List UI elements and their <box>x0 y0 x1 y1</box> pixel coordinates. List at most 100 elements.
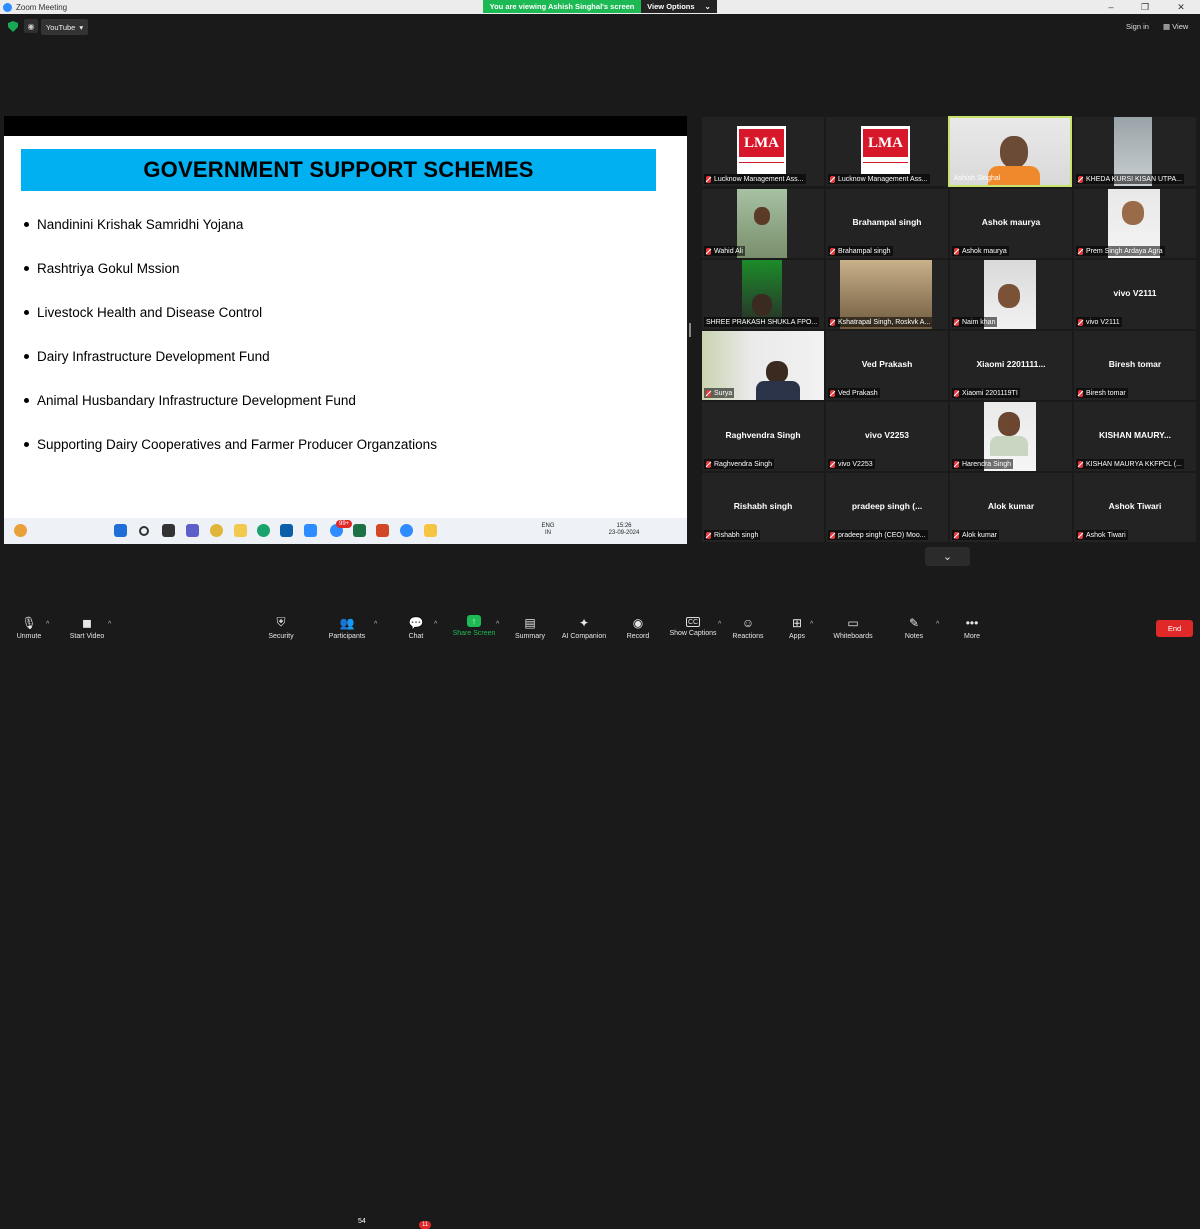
participant-tile[interactable]: SHREE PRAKASH SHUKLA FPO... <box>702 260 824 329</box>
maximize-icon[interactable]: ❐ <box>1128 0 1162 14</box>
live-stream-icon[interactable]: ◉ <box>24 19 38 33</box>
encryption-shield-icon[interactable] <box>8 21 18 32</box>
participant-display-name: Brahampal singh <box>852 217 922 227</box>
participant-tile[interactable]: LMA Lucknow Management Ass... <box>702 117 824 186</box>
participant-tile[interactable]: pradeep singh (... pradeep singh (CEO) M… <box>826 473 948 542</box>
unmute-button[interactable]: 🎙 Unmute <box>12 606 46 646</box>
share-screen-button[interactable]: ↑ Share Screen <box>451 606 497 646</box>
mic-muted-icon: 🎙 <box>21 615 37 630</box>
participant-tile[interactable]: Xiaomi 2201111... Xiaomi 2201119TI <box>950 331 1072 400</box>
person-head <box>1122 201 1144 225</box>
chat-label: Chat <box>408 633 424 640</box>
end-meeting-button[interactable]: End <box>1156 620 1193 637</box>
participants-options-caret[interactable]: ^ <box>374 621 377 628</box>
security-button[interactable]: ⛨ Security <box>265 606 297 646</box>
ai-companion-button[interactable]: ✦ AI Companion <box>558 606 610 646</box>
close-icon[interactable]: ✕ <box>1164 0 1198 14</box>
audio-options-caret[interactable]: ^ <box>46 621 49 628</box>
mic-muted-icon <box>830 389 835 397</box>
mic-muted-icon <box>1078 389 1083 397</box>
participants-icon: 👥 <box>339 615 355 630</box>
bullet-dot-icon <box>24 265 29 271</box>
mic-muted-icon <box>1078 247 1083 255</box>
participant-tile[interactable]: Naim khan <box>950 260 1072 329</box>
participant-tile[interactable]: vivo V2253 vivo V2253 <box>826 402 948 471</box>
view-button[interactable]: ▦ View <box>1163 22 1188 31</box>
participant-name-label: pradeep singh (CEO) Moo... <box>838 531 926 539</box>
participant-tile[interactable]: LMA Lucknow Management Ass... <box>826 117 948 186</box>
participant-tile[interactable]: Wahid Ali <box>702 189 824 258</box>
more-dots-icon: ••• <box>965 615 979 630</box>
whiteboards-button[interactable]: ▭ Whiteboards <box>830 606 876 646</box>
participant-tile[interactable]: vivo V2111 vivo V2111 <box>1074 260 1196 329</box>
notes-label: Notes <box>904 633 924 640</box>
mic-muted-icon <box>830 531 835 539</box>
participant-name-label: Ashok maurya <box>962 247 1007 255</box>
whiteboard-icon: ▭ <box>847 615 859 630</box>
captions-options-caret[interactable]: ^ <box>718 621 721 628</box>
participant-tile[interactable]: Kshatrapal Singh, Roskvk A... <box>826 260 948 329</box>
participant-caption: SHREE PRAKASH SHUKLA FPO... <box>704 317 820 327</box>
apps-options-caret[interactable]: ^ <box>810 621 813 628</box>
start-video-button[interactable]: ◼ Start Video <box>66 606 108 646</box>
teams-icon <box>186 524 199 537</box>
slide-bullet: Nandinini Krishak Samridhi Yojana <box>24 202 437 246</box>
participant-tile[interactable]: Alok kumar Alok kumar <box>950 473 1072 542</box>
participant-name-label: SHREE PRAKASH SHUKLA FPO... <box>706 318 818 326</box>
participant-display-name: Ved Prakash <box>861 359 913 369</box>
notes-options-caret[interactable]: ^ <box>936 621 939 628</box>
chat-options-caret[interactable]: ^ <box>434 621 437 628</box>
participant-tile[interactable]: Ashok Tiwari Ashok Tiwari <box>1074 473 1196 542</box>
participant-tile[interactable]: KHEDA KURSI KISAN UTPA... <box>1074 117 1196 186</box>
participant-caption: Rishabh singh <box>704 530 761 540</box>
person-head <box>998 284 1020 308</box>
participants-button[interactable]: 👥 Participants <box>326 606 368 646</box>
person-head <box>1000 136 1028 168</box>
mic-muted-icon <box>706 247 711 255</box>
gallery-next-page-button[interactable]: ⌄ <box>925 547 970 566</box>
bullet-text: Supporting Dairy Cooperatives and Farmer… <box>37 436 437 452</box>
outlook-icon <box>304 524 317 537</box>
apps-button[interactable]: ⊞ Apps <box>786 606 808 646</box>
mic-muted-icon <box>954 389 959 397</box>
notification-badge: 99+ <box>336 520 353 528</box>
active-speaker-tile[interactable]: Ashish Singhal <box>948 116 1072 187</box>
view-options-button[interactable]: View Options ⌄ <box>641 0 717 13</box>
view-label: View <box>1172 22 1189 31</box>
participant-tile[interactable]: Prem Singh Ardaya Agra <box>1074 189 1196 258</box>
sign-in-link[interactable]: Sign in <box>1126 22 1149 31</box>
participant-caption: KISHAN MAURYA KKFPCL (... <box>1076 459 1184 469</box>
participants-label: Participants <box>328 633 366 640</box>
participant-tile[interactable]: Rishabh singh Rishabh singh <box>702 473 824 542</box>
notes-button[interactable]: ✎ Notes <box>902 606 926 646</box>
youtube-stream-button[interactable]: YouTube ▾ <box>41 19 88 35</box>
participant-tile[interactable]: Surya <box>702 331 824 400</box>
show-captions-button[interactable]: CC Show Captions <box>667 606 719 646</box>
shared-screen[interactable]: GOVERNMENT SUPPORT SCHEMES Nandinini Kri… <box>4 116 687 544</box>
summary-button[interactable]: ▤ Summary <box>512 606 548 646</box>
participant-display-name: Ashok maurya <box>981 217 1041 227</box>
share-options-caret[interactable]: ^ <box>496 621 499 628</box>
minimize-icon[interactable]: – <box>1094 0 1128 14</box>
participant-tile[interactable]: Ashok maurya Ashok maurya <box>950 189 1072 258</box>
split-resize-handle[interactable] <box>689 323 691 337</box>
more-button[interactable]: ••• More <box>960 606 984 646</box>
participant-name-label: Ashok Tiwari <box>1086 531 1126 539</box>
participant-tile[interactable]: Raghvendra Singh Raghvendra Singh <box>702 402 824 471</box>
chat-button[interactable]: 💬 Chat <box>404 606 428 646</box>
participant-tile[interactable]: Ved Prakash Ved Prakash <box>826 331 948 400</box>
mic-muted-icon <box>706 175 711 183</box>
video-options-caret[interactable]: ^ <box>108 621 111 628</box>
powerpoint-icon <box>376 524 389 537</box>
lma-logo: LMA <box>861 126 910 174</box>
chat-icon: 💬 <box>408 615 424 630</box>
participant-name-label: Raghvendra Singh <box>714 460 772 468</box>
record-button[interactable]: ◉ Record <box>624 606 652 646</box>
reactions-button[interactable]: ☺ Reactions <box>730 606 766 646</box>
participant-display-name: Alok kumar <box>987 501 1035 511</box>
participant-tile[interactable]: KISHAN MAURY... KISHAN MAURYA KKFPCL (..… <box>1074 402 1196 471</box>
participant-tile[interactable]: Biresh tomar Biresh tomar <box>1074 331 1196 400</box>
participant-caption: Biresh tomar <box>1076 388 1128 398</box>
participant-tile[interactable]: Harendra Singh <box>950 402 1072 471</box>
participant-tile[interactable]: Brahampal singh Brahampal singh <box>826 189 948 258</box>
